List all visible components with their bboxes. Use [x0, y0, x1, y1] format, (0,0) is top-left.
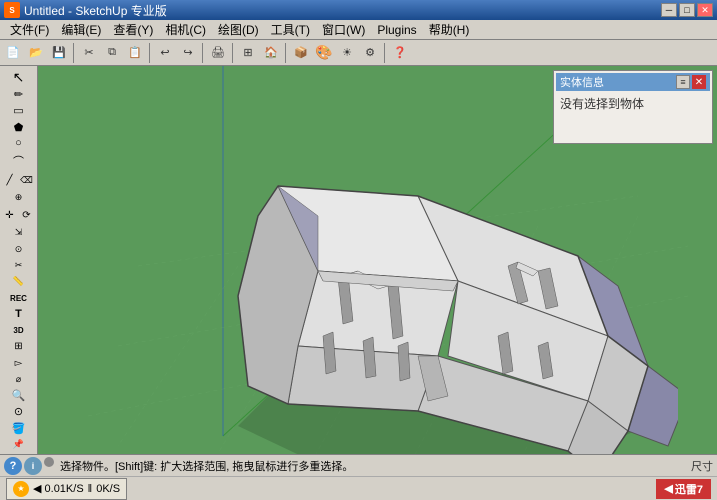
rotate-tool[interactable]: ⟳: [19, 206, 35, 224]
menu-item-编辑e[interactable]: 编辑(E): [55, 19, 107, 40]
line-tool[interactable]: ╱: [2, 171, 18, 189]
measure-tool[interactable]: 📏: [2, 274, 36, 289]
titlebar-buttons[interactable]: ─ □ ✕: [661, 3, 713, 17]
maximize-button[interactable]: □: [679, 3, 695, 17]
tape-tool[interactable]: ▻: [2, 355, 36, 370]
window-title: Untitled - SketchUp 专业版: [24, 2, 167, 19]
perf-value1: ◀ 0.01K/S: [33, 482, 84, 495]
eraser-tool[interactable]: ⌫: [19, 171, 35, 189]
status-icon2[interactable]: i: [24, 457, 42, 475]
material-button[interactable]: 🎨: [313, 42, 335, 64]
offset-tool[interactable]: ⊙: [2, 242, 36, 257]
move-tool[interactable]: ✛: [2, 206, 18, 224]
protractor-tool[interactable]: ⌀: [2, 372, 36, 387]
redo-button[interactable]: ↪: [177, 42, 199, 64]
polygon-tool[interactable]: ⬟: [2, 120, 36, 135]
menu-item-帮助h[interactable]: 帮助(H): [423, 19, 476, 40]
menu-item-窗口w[interactable]: 窗口(W): [316, 19, 371, 40]
titlebar: S Untitled - SketchUp 专业版 ─ □ ✕: [0, 0, 717, 20]
paste-button[interactable]: 📋: [124, 42, 146, 64]
trim-tool[interactable]: ✂: [2, 258, 36, 273]
separator4: [232, 43, 234, 63]
circle-tool[interactable]: ○: [2, 136, 36, 151]
cut-button[interactable]: ✂: [78, 42, 100, 64]
main-area: ↖ ✏ ▭ ⬟ ○ ⌒ ╱ ⌫ ⊕ ✛ ⟳ ⇲ ⊙ ✂ 📏 REC T 3D ⊞…: [0, 66, 717, 454]
statusbar: ? i 选择物件。[Shift]键: 扩大选择范围, 拖曳鼠标进行多重选择。 尺…: [0, 454, 717, 476]
new-button[interactable]: 📄: [2, 42, 24, 64]
status-hint: 选择物件。[Shift]键: 扩大选择范围, 拖曳鼠标进行多重选择。: [60, 458, 685, 474]
menu-item-相机c[interactable]: 相机(C): [159, 19, 212, 40]
left-toolbar: ↖ ✏ ▭ ⬟ ○ ⌒ ╱ ⌫ ⊕ ✛ ⟳ ⇲ ⊙ ✂ 📏 REC T 3D ⊞…: [0, 66, 38, 454]
perf-display: ★ ◀ 0.01K/S ‖ 0K/S: [6, 478, 127, 500]
menubar: 文件(F)编辑(E)查看(Y)相机(C)绘图(D)工具(T)窗口(W)Plugi…: [0, 20, 717, 40]
logo-label: 迅雷7: [675, 481, 703, 497]
zoom-extents-button[interactable]: ⊞: [237, 42, 259, 64]
status-dot: [44, 457, 54, 467]
statusbar-icons: ? i: [4, 457, 54, 475]
separator2: [149, 43, 151, 63]
titlebar-left: S Untitled - SketchUp 专业版: [4, 2, 167, 19]
push-pull-tool[interactable]: ⊕: [2, 190, 36, 205]
logo-arrow: ◀: [664, 482, 672, 495]
dimensions-label: 尺寸: [691, 458, 713, 474]
minimize-button[interactable]: ─: [661, 3, 677, 17]
rectangle-tool[interactable]: ▭: [2, 103, 36, 118]
menu-item-plugins[interactable]: Plugins: [371, 21, 422, 39]
separator5: [285, 43, 287, 63]
copy-button[interactable]: ⧉: [101, 42, 123, 64]
app-icon: S: [4, 2, 20, 18]
home-button[interactable]: 🏠: [260, 42, 282, 64]
settings-button[interactable]: ⚙: [359, 42, 381, 64]
component-button[interactable]: 📦: [290, 42, 312, 64]
3dtext-tool[interactable]: 3D: [2, 323, 36, 338]
scale-tool[interactable]: ⇲: [2, 225, 36, 240]
save-button[interactable]: 💾: [48, 42, 70, 64]
separator1: [73, 43, 75, 63]
record-tool[interactable]: REC: [2, 290, 36, 305]
info-panel: 实体信息 ≡ ✕ 没有选择到物体: [553, 70, 713, 144]
menu-item-绘图d[interactable]: 绘图(D): [212, 19, 265, 40]
perf-separator: ‖: [88, 483, 93, 495]
move-rotate-tools: ✛ ⟳: [2, 206, 36, 224]
axes-tool[interactable]: ⊞: [2, 339, 36, 354]
pencil-tool[interactable]: ✏: [2, 87, 36, 102]
toolbar: 📄 📂 💾 ✂ ⧉ 📋 ↩ ↪ 🖨 ⊞ 🏠 📦 🎨 ☀ ⚙ ❓: [0, 40, 717, 66]
open-button[interactable]: 📂: [25, 42, 47, 64]
menu-item-文件f[interactable]: 文件(F): [4, 19, 55, 40]
help-button[interactable]: ❓: [389, 42, 411, 64]
separator6: [384, 43, 386, 63]
menu-item-查看y[interactable]: 查看(Y): [107, 19, 159, 40]
text-tool[interactable]: T: [2, 307, 36, 322]
info-panel-header: 实体信息 ≡ ✕: [556, 73, 710, 91]
undo-button[interactable]: ↩: [154, 42, 176, 64]
orbit-tool[interactable]: ⊙: [2, 404, 36, 419]
sketchup-logo[interactable]: ◀ 迅雷7: [656, 479, 711, 499]
info-panel-close[interactable]: ✕: [692, 75, 706, 89]
pin-tool[interactable]: 📌: [2, 437, 36, 452]
paint-tool[interactable]: 🪣: [2, 421, 36, 436]
line-eraser-tools: ╱ ⌫: [2, 171, 36, 189]
zoom-tool[interactable]: 🔍: [2, 388, 36, 403]
close-button[interactable]: ✕: [697, 3, 713, 17]
bottombar: ★ ◀ 0.01K/S ‖ 0K/S ◀ 迅雷7: [0, 476, 717, 500]
perf-icon: ★: [13, 481, 29, 497]
arc-tool[interactable]: ⌒: [2, 152, 36, 170]
info-panel-content: 没有选择到物体: [556, 91, 710, 141]
viewport[interactable]: 实体信息 ≡ ✕ 没有选择到物体: [38, 66, 717, 454]
shadow-button[interactable]: ☀: [336, 42, 358, 64]
menu-item-工具t[interactable]: 工具(T): [265, 19, 316, 40]
print-button[interactable]: 🖨: [207, 42, 229, 64]
perf-value2: 0K/S: [96, 483, 120, 495]
select-tool[interactable]: ↖: [2, 68, 36, 86]
separator3: [202, 43, 204, 63]
info-panel-title: 实体信息: [560, 74, 604, 90]
info-icon[interactable]: ?: [4, 457, 22, 475]
info-panel-scroll[interactable]: ≡: [676, 75, 690, 89]
building-model: [118, 106, 678, 454]
